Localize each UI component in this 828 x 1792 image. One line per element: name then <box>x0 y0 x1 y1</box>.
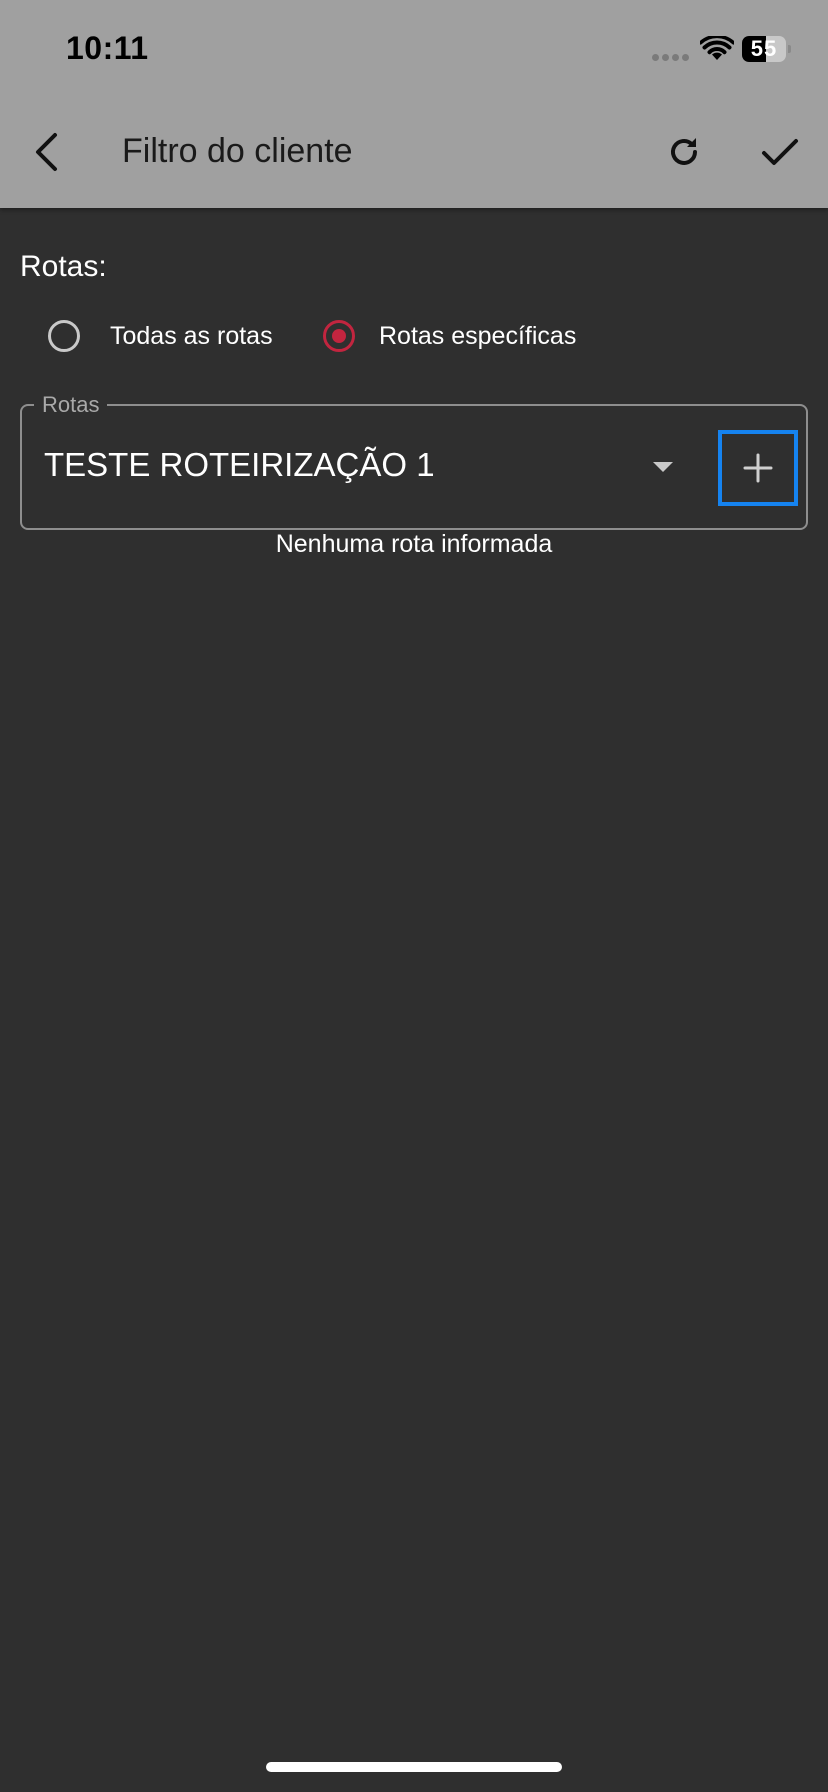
routes-field-value[interactable]: TESTE ROTEIRIZAÇÃO 1 <box>44 446 435 484</box>
page-title: Filtro do cliente <box>122 132 353 170</box>
top-bar: 10:11 55 Filtro do cliente <box>0 0 828 208</box>
wifi-icon <box>700 36 734 60</box>
chevron-left-icon <box>36 133 57 171</box>
radio-all-routes[interactable]: Todas as rotas <box>48 314 273 358</box>
add-route-button[interactable] <box>718 430 798 506</box>
cellular-signal-icon <box>652 54 689 61</box>
radio-specific-routes[interactable]: Rotas específicas <box>323 314 576 358</box>
routes-helper-text: Nenhuma rota informada <box>275 530 553 558</box>
status-time: 10:11 <box>66 30 149 66</box>
refresh-button[interactable] <box>660 124 708 180</box>
radio-all-routes-label: Todas as rotas <box>110 321 273 350</box>
radio-unchecked-icon <box>48 320 80 352</box>
plus-icon <box>743 453 773 483</box>
home-indicator[interactable] <box>266 1762 562 1772</box>
battery-indicator: 55 <box>742 36 791 62</box>
routes-section-label: Rotas: <box>20 250 107 283</box>
radio-checked-icon <box>323 320 355 352</box>
radio-specific-routes-label: Rotas específicas <box>379 321 577 350</box>
battery-level: 55 <box>750 36 778 61</box>
refresh-icon <box>671 138 697 165</box>
caret-down-icon[interactable] <box>648 452 678 482</box>
screen: 10:11 55 Filtro do cliente Rotas: Todas … <box>0 0 828 1792</box>
back-button[interactable] <box>22 122 70 182</box>
routes-field-legend: Rotas <box>34 394 108 416</box>
check-icon <box>762 139 798 165</box>
confirm-button[interactable] <box>754 124 806 180</box>
